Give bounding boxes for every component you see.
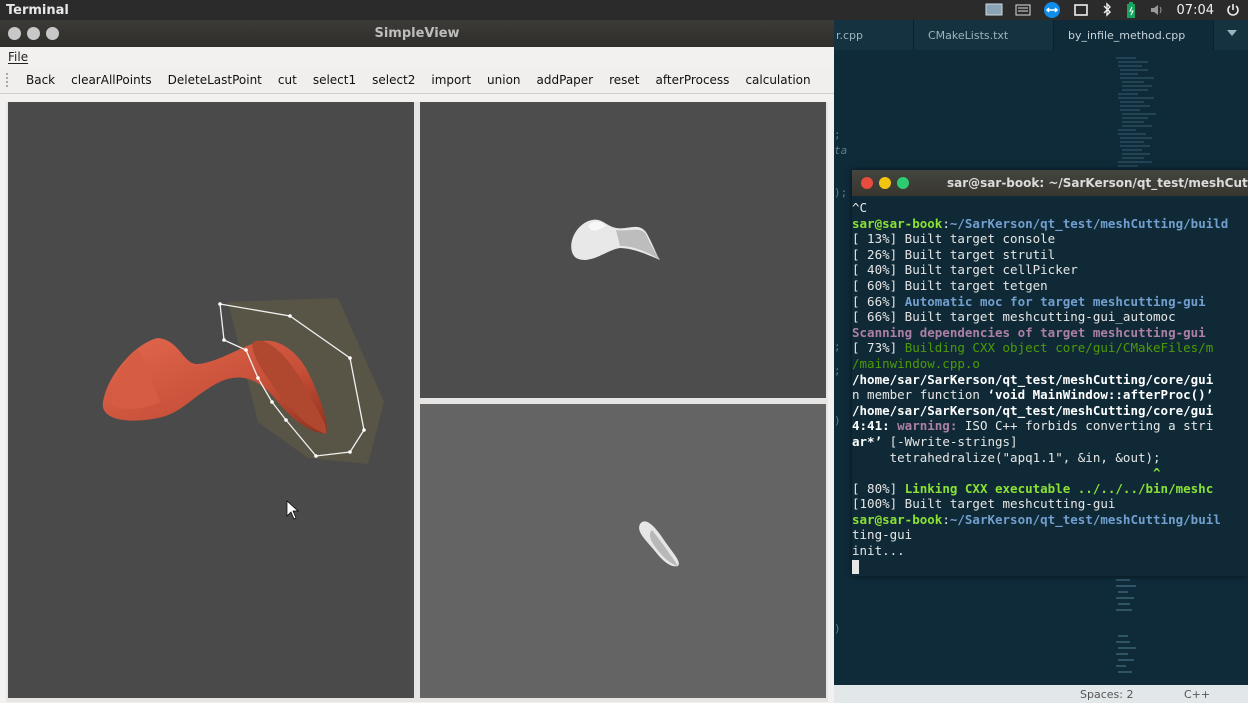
back-button[interactable]: Back [18,73,63,87]
terminal-title: sar@sar-book: ~/SarKerson/qt_test/meshCu… [947,176,1248,190]
maximize-button[interactable] [46,27,59,40]
power-icon[interactable] [1226,3,1240,17]
terminal-line: [ 40%] Built target cellPicker [852,262,1078,278]
delete-last-point-button[interactable]: DeleteLastPoint [160,73,270,87]
editor-statusbar: Spaces: 2 C++ [834,685,1248,703]
terminal-line: [100%] Built target meshcutting-gui [852,496,1116,512]
terminal-line: Scanning dependencies of target meshcutt… [852,324,1206,340]
terminal-line: ^ [852,465,1161,481]
terminal-close-button[interactable] [861,177,873,189]
toolbar-grip[interactable] [6,73,10,87]
terminal-titlebar[interactable]: sar@sar-book: ~/SarKerson/qt_test/meshCu… [852,170,1248,196]
terminal-line: ar*’ [-Wwrite-strings] [852,433,1018,449]
bottom-right-viewport[interactable] [420,404,826,698]
terminal-line: 4:41: warning: ISO C++ forbids convertin… [852,418,1214,434]
terminal-line: ting-gui [852,527,913,543]
tab-by-infile-method[interactable]: by_infile_method.cpp [1054,20,1214,50]
language-indicator[interactable]: C++ [1184,688,1210,701]
editor-tabs: r.cpp CMakeLists.txt by_infile_method.cp… [834,20,1248,50]
terminal-line: [ 13%] Built target console [852,231,1056,247]
after-process-button[interactable]: afterProcess [648,73,738,87]
viewport-area [6,102,828,702]
menu-file[interactable]: File [8,50,28,64]
system-top-bar: Terminal 07:04 [0,0,1248,20]
toolbar: Back clearAllPoints DeleteLastPoint cut … [0,67,834,94]
select1-button[interactable]: select1 [305,73,364,87]
clear-all-points-button[interactable]: clearAllPoints [63,73,160,87]
clock[interactable]: 07:04 [1177,3,1214,18]
terminal-minimize-button[interactable] [879,177,891,189]
terminal-line: [ 60%] Built target tetgen [852,277,1048,293]
window-title: SimpleView [374,26,460,41]
minimize-button[interactable] [27,27,40,40]
teamviewer-icon[interactable] [1043,1,1061,19]
tab-cpp[interactable]: r.cpp [834,20,914,50]
window-titlebar[interactable]: SimpleView [0,20,834,47]
reset-button[interactable]: reset [601,73,647,87]
menubar: File [0,47,834,67]
terminal-line: n member function ‘void MainWindow::afte… [852,387,1214,403]
add-paper-button[interactable]: addPaper [529,73,602,87]
editor-minimap-lower[interactable] [1112,576,1152,686]
terminal-line: init... [852,543,905,559]
active-app-title: Terminal [6,2,69,18]
terminal-line: ^C [852,200,868,215]
simpleview-window: SimpleView File Back clearAllPoints Dele… [0,20,834,703]
terminal-line: sar@sar-book:~/SarKerson/qt_test/meshCut… [852,511,1221,527]
keyboard-icon[interactable] [1015,3,1031,17]
select2-button[interactable]: select2 [364,73,423,87]
battery-icon[interactable] [1125,1,1137,19]
terminal-prompt-line [852,559,1248,575]
display-icon[interactable] [985,3,1003,17]
terminal-window[interactable]: sar@sar-book: ~/SarKerson/qt_test/meshCu… [852,170,1248,576]
union-button[interactable]: union [479,73,529,87]
terminal-line: sar@sar-book:~/SarKerson/qt_test/meshCut… [852,215,1229,231]
system-tray: 07:04 [985,0,1240,20]
terminal-cursor [852,559,859,574]
terminal-line: [ 73%] Building CXX object core/gui/CMak… [852,340,1214,356]
tab-dropdown-icon[interactable] [1226,28,1238,41]
import-button[interactable]: import [423,73,479,87]
calculation-button[interactable]: calculation [737,73,818,87]
terminal-line: /home/sar/SarKerson/qt_test/meshCutting/… [852,371,1214,387]
terminal-output[interactable]: ^C sar@sar-book:~/SarKerson/qt_test/meshC… [852,196,1248,576]
terminal-line: [ 26%] Built target strutil [852,246,1056,262]
terminal-maximize-button[interactable] [897,177,909,189]
spaces-indicator[interactable]: Spaces: 2 [1080,688,1133,701]
terminal-line: [ 80%] Linking CXX executable ../../../b… [852,480,1214,496]
terminal-line: /mainwindow.cpp.o [852,355,980,371]
terminal-line: tetrahedralize("apq1.1", &in, &out); [852,449,1161,465]
terminal-line: /home/sar/SarKerson/qt_test/meshCutting/… [852,402,1214,418]
close-button[interactable] [8,27,21,40]
window-icon[interactable] [1073,3,1089,17]
terminal-line: [ 66%] Built target meshcutting-gui_auto… [852,309,1176,325]
terminal-line: [ 66%] Automatic moc for target meshcutt… [852,293,1206,309]
tab-cmakelists[interactable]: CMakeLists.txt [914,20,1054,50]
editor-minimap[interactable] [1112,54,1172,174]
main-3d-viewport[interactable] [8,102,414,698]
volume-icon[interactable] [1149,3,1165,17]
code-gutter: ; ta ); ; ; ) ) [834,128,848,635]
bluetooth-icon[interactable] [1101,2,1113,18]
top-right-viewport[interactable] [420,102,826,398]
cut-button[interactable]: cut [270,73,305,87]
